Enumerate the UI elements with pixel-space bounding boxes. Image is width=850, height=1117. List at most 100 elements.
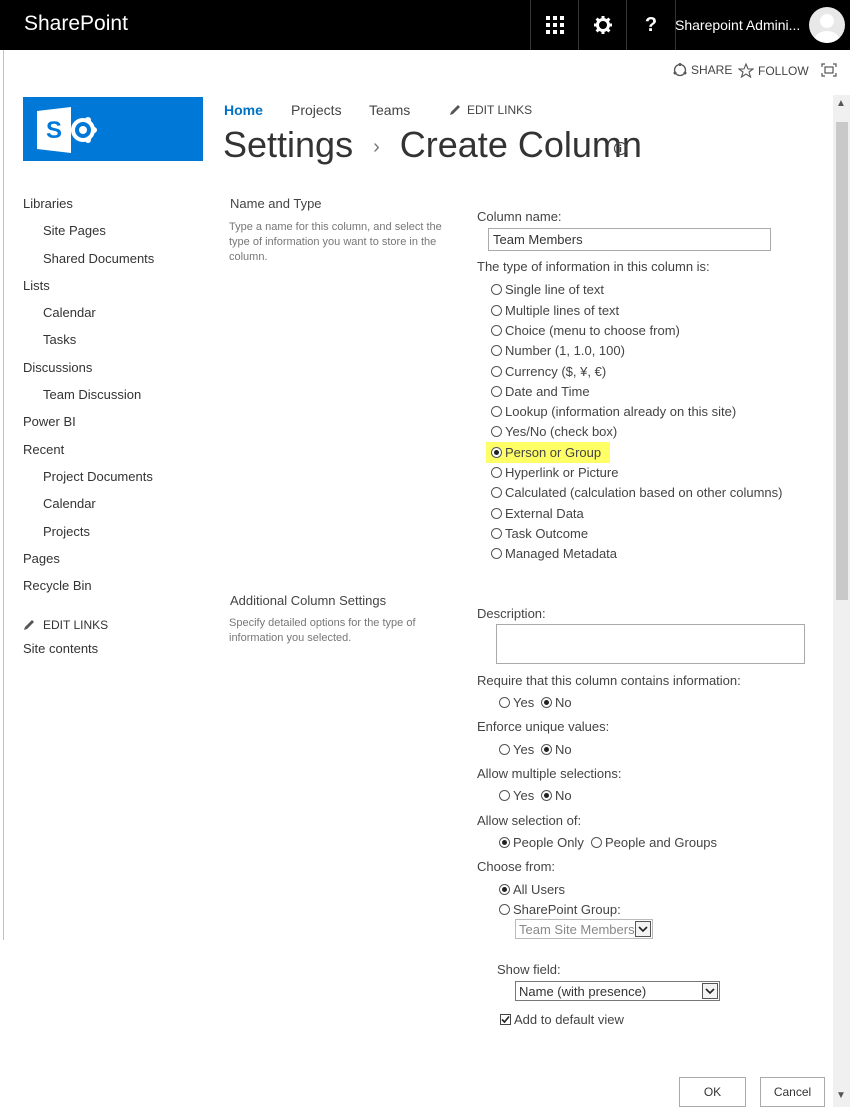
radio-button-selected[interactable]	[499, 837, 510, 848]
site-logo[interactable]: S	[23, 97, 203, 161]
type-option-label: Currency ($, ¥, €)	[505, 364, 607, 379]
leftnav-team-discussion[interactable]: Team Discussion	[43, 387, 141, 402]
leftnav-tasks[interactable]: Tasks	[43, 332, 76, 347]
people-groups-option[interactable]: People and Groups	[591, 835, 717, 850]
group-select[interactable]: Team Site Members	[515, 919, 653, 939]
type-option-label: Managed Metadata	[505, 546, 618, 561]
radio-button[interactable]	[491, 284, 502, 295]
topnav-teams[interactable]: Teams	[369, 102, 410, 118]
type-option-person-group[interactable]: Person or Group	[491, 445, 601, 460]
leftnav-project-documents[interactable]: Project Documents	[43, 469, 153, 484]
type-option-yes-no[interactable]: Yes/No (check box)	[491, 424, 617, 439]
add-default-view-checkbox[interactable]: Add to default view	[500, 1012, 624, 1027]
radio-button[interactable]	[499, 790, 510, 801]
multiple-no[interactable]: No	[541, 788, 572, 803]
radio-button[interactable]	[591, 837, 602, 848]
title-settings[interactable]: Settings	[223, 124, 353, 165]
radio-button[interactable]	[491, 508, 502, 519]
scroll-up-arrow[interactable]: ▲	[836, 98, 846, 109]
require-no[interactable]: No	[541, 695, 572, 710]
radio-button-selected[interactable]	[499, 884, 510, 895]
type-option-choice[interactable]: Choice (menu to choose from)	[491, 323, 680, 338]
leftnav-edit-links[interactable]: EDIT LINKS	[23, 618, 108, 632]
type-option-label: Date and Time	[505, 384, 590, 399]
sharepoint-brand[interactable]: SharePoint	[24, 12, 128, 36]
user-name[interactable]: Sharepoint Admini...	[675, 17, 800, 33]
topnav-projects[interactable]: Projects	[291, 102, 342, 118]
scroll-down-arrow[interactable]: ▼	[836, 1090, 846, 1101]
leftnav-site-contents[interactable]: Site contents	[23, 641, 98, 656]
leftnav-recent[interactable]: Recent	[23, 442, 64, 457]
leftnav-recent-projects[interactable]: Projects	[43, 524, 90, 539]
radio-button[interactable]	[499, 697, 510, 708]
radio-button[interactable]	[491, 305, 502, 316]
follow-button[interactable]: FOLLOW	[738, 63, 809, 78]
radio-button[interactable]	[491, 528, 502, 539]
leftnav-recycle-bin[interactable]: Recycle Bin	[23, 578, 92, 593]
type-option-currency[interactable]: Currency ($, ¥, €)	[491, 364, 606, 379]
show-field-select[interactable]: Name (with presence)	[515, 981, 720, 1001]
leftnav-recent-calendar[interactable]: Calendar	[43, 496, 96, 511]
radio-button[interactable]	[499, 744, 510, 755]
ok-button[interactable]: OK	[679, 1077, 746, 1107]
type-option-task-outcome[interactable]: Task Outcome	[491, 526, 588, 541]
frame-border	[3, 50, 4, 940]
radio-button[interactable]	[491, 406, 502, 417]
type-option-calculated[interactable]: Calculated (calculation based on other c…	[491, 485, 783, 500]
topnav-edit-links[interactable]: EDIT LINKS	[449, 103, 532, 117]
radio-button[interactable]	[491, 467, 502, 478]
leftnav-lists[interactable]: Lists	[23, 278, 50, 293]
topnav-home[interactable]: Home	[224, 102, 263, 118]
help-button[interactable]: ?	[626, 0, 676, 50]
unique-no[interactable]: No	[541, 742, 572, 757]
radio-button[interactable]	[491, 345, 502, 356]
yes-label: Yes	[513, 742, 535, 757]
type-option-multiple-lines[interactable]: Multiple lines of text	[491, 303, 619, 318]
checkbox-checked-icon[interactable]	[500, 1014, 511, 1025]
type-option-lookup[interactable]: Lookup (information already on this site…	[491, 404, 736, 419]
leftnav-power-bi[interactable]: Power BI	[23, 414, 76, 429]
share-button[interactable]: SHARE	[673, 63, 732, 77]
type-option-hyperlink[interactable]: Hyperlink or Picture	[491, 465, 618, 480]
type-option-external-data[interactable]: External Data	[491, 506, 584, 521]
radio-button[interactable]	[491, 366, 502, 377]
all-users-option[interactable]: All Users	[499, 882, 565, 897]
type-option-single-line[interactable]: Single line of text	[491, 282, 604, 297]
radio-button[interactable]	[491, 487, 502, 498]
radio-button[interactable]	[499, 904, 510, 915]
column-name-label: Column name:	[477, 209, 562, 224]
info-icon[interactable]	[613, 141, 628, 161]
type-option-number[interactable]: Number (1, 1.0, 100)	[491, 343, 625, 358]
leftnav-calendar[interactable]: Calendar	[43, 305, 96, 320]
require-label: Require that this column contains inform…	[477, 673, 741, 688]
sharepoint-group-option[interactable]: SharePoint Group:	[499, 902, 621, 917]
leftnav-libraries[interactable]: Libraries	[23, 196, 73, 211]
radio-button-selected[interactable]	[541, 790, 552, 801]
leftnav-discussions[interactable]: Discussions	[23, 360, 92, 375]
cancel-button[interactable]: Cancel	[760, 1077, 825, 1107]
settings-button[interactable]	[578, 0, 627, 50]
avatar[interactable]	[809, 7, 845, 43]
unique-yes[interactable]: Yes	[499, 742, 534, 757]
radio-button[interactable]	[491, 386, 502, 397]
radio-button-selected[interactable]	[491, 447, 502, 458]
column-name-input[interactable]	[488, 228, 771, 251]
radio-button-selected[interactable]	[541, 697, 552, 708]
radio-button[interactable]	[491, 548, 502, 559]
leftnav-site-pages[interactable]: Site Pages	[43, 223, 106, 238]
scrollbar-thumb[interactable]	[836, 122, 848, 600]
require-yes[interactable]: Yes	[499, 695, 534, 710]
leftnav-shared-documents[interactable]: Shared Documents	[43, 251, 154, 266]
radio-button[interactable]	[491, 325, 502, 336]
type-option-managed-metadata[interactable]: Managed Metadata	[491, 546, 617, 561]
radio-button-selected[interactable]	[541, 744, 552, 755]
type-option-date-time[interactable]: Date and Time	[491, 384, 590, 399]
app-launcher-icon	[546, 16, 564, 34]
multiple-yes[interactable]: Yes	[499, 788, 534, 803]
people-only-option[interactable]: People Only	[499, 835, 584, 850]
focus-button[interactable]	[821, 63, 837, 77]
radio-button[interactable]	[491, 426, 502, 437]
description-input[interactable]	[496, 624, 805, 664]
app-launcher-button[interactable]	[530, 0, 579, 50]
leftnav-pages[interactable]: Pages	[23, 551, 60, 566]
